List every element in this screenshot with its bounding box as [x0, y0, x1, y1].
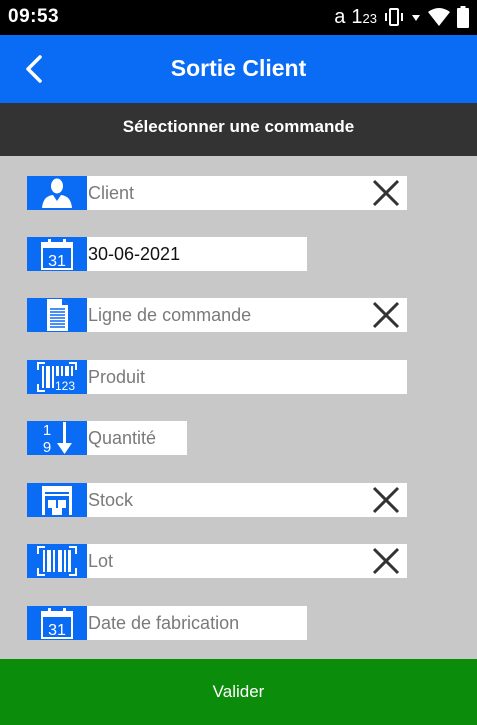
close-icon: [372, 486, 400, 514]
quantity-field: 1 9: [27, 421, 187, 455]
calendar-icon: 31: [27, 237, 87, 271]
lot-input[interactable]: [87, 546, 369, 576]
status-bar: 09:53 a 123: [0, 0, 477, 35]
manufacture-date-input[interactable]: [87, 608, 307, 638]
sort-numeric-icon: 1 9: [27, 421, 87, 455]
signal-dropdown-icon: [412, 15, 420, 21]
close-icon: [372, 547, 400, 575]
page-title: Sortie Client: [170, 55, 307, 81]
date-field: 31: [27, 237, 307, 271]
vibrate-icon: [385, 8, 403, 26]
document-icon: [27, 298, 87, 332]
svg-text:31: 31: [48, 253, 66, 270]
svg-text:123: 123: [55, 379, 75, 392]
quantity-input[interactable]: [87, 423, 187, 453]
app-bar: Sortie Client: [0, 35, 477, 103]
client-clear-button[interactable]: [369, 176, 403, 210]
close-icon: [372, 301, 400, 329]
client-field: [27, 176, 407, 210]
lot-clear-button[interactable]: [369, 544, 403, 578]
stock-clear-button[interactable]: [369, 483, 403, 517]
warehouse-icon: [27, 483, 87, 517]
wifi-icon: [428, 8, 450, 26]
date-input[interactable]: [87, 239, 307, 269]
order-line-clear-button[interactable]: [369, 298, 403, 332]
status-icons: a 123: [334, 4, 469, 30]
validate-button[interactable]: Valider: [0, 659, 477, 725]
status-time: 09:53: [8, 6, 60, 27]
stock-input[interactable]: [87, 485, 369, 515]
svg-text:1: 1: [43, 422, 51, 439]
svg-text:9: 9: [43, 439, 51, 455]
battery-icon: [457, 6, 469, 28]
product-input[interactable]: [87, 362, 407, 392]
order-line-input[interactable]: [87, 300, 369, 330]
barcode-icon: [27, 544, 87, 578]
calendar-icon: 31: [27, 606, 87, 640]
manufacture-date-field: 31: [27, 606, 307, 640]
barcode-icon: 123: [27, 360, 87, 394]
stock-field: [27, 483, 407, 517]
numeric-input-icon: 123: [351, 5, 377, 28]
svg-text:31: 31: [48, 622, 66, 639]
lot-field: [27, 544, 407, 578]
user-icon: [27, 176, 87, 210]
client-input[interactable]: [87, 178, 369, 208]
order-line-field: [27, 298, 407, 332]
product-field: 123: [27, 360, 407, 394]
subheader: Sélectionner une commande: [0, 103, 477, 156]
close-icon: [372, 179, 400, 207]
input-a-icon: a: [334, 5, 346, 28]
